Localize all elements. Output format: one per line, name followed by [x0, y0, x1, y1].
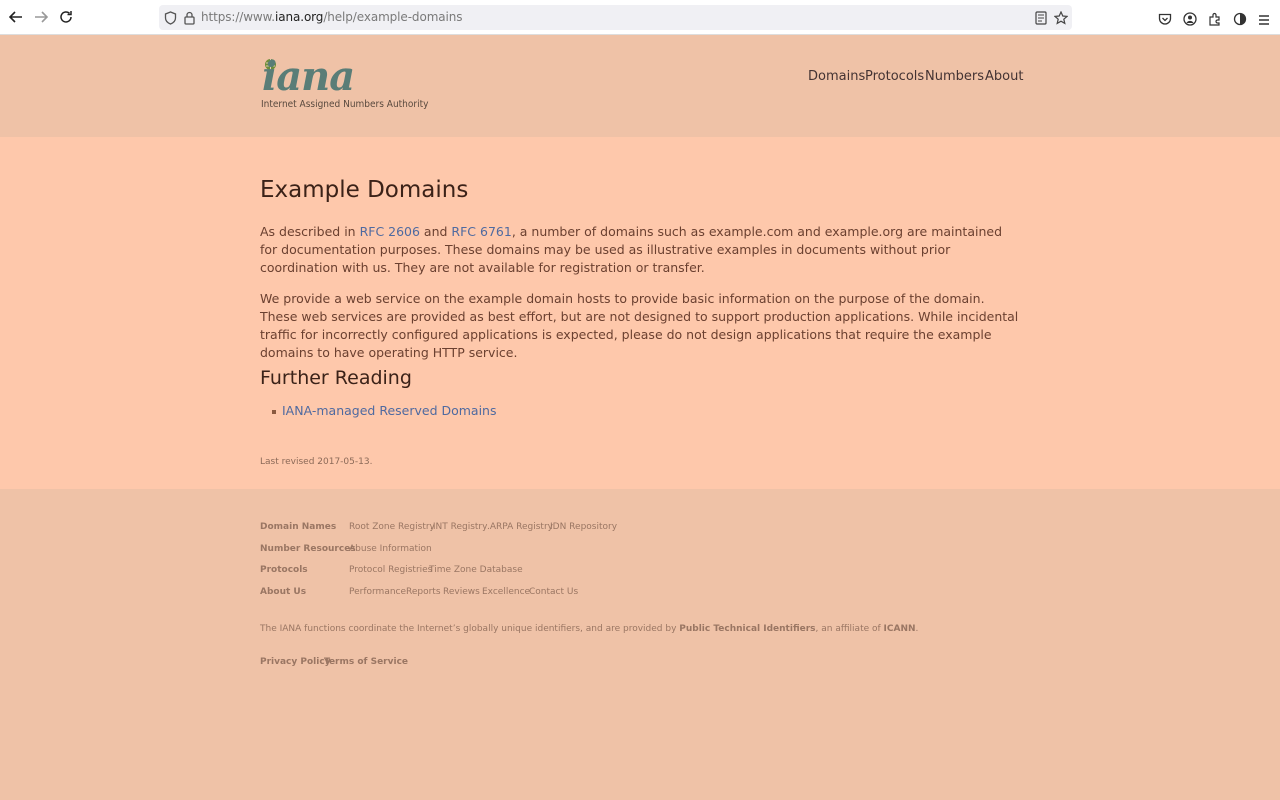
footer-link-time-zone[interactable]: Time Zone Database: [429, 565, 523, 575]
pti-link[interactable]: Public Technical Identifiers: [679, 624, 815, 634]
footer-link-root-zone[interactable]: Root Zone Registry: [349, 522, 435, 532]
page: iana Internet Assigned Numbers Authority…: [0, 35, 1280, 800]
forward-icon[interactable]: [32, 8, 50, 26]
reload-icon[interactable]: [57, 8, 75, 26]
back-icon[interactable]: [7, 8, 25, 26]
extensions-icon[interactable]: [1208, 11, 1222, 30]
list-bullet: [272, 410, 276, 414]
account-icon[interactable]: [1183, 11, 1197, 30]
contrast-icon[interactable]: [1233, 11, 1247, 30]
icann-link[interactable]: ICANN: [884, 624, 916, 634]
shield-icon[interactable]: [164, 10, 177, 29]
footer-link-excellence[interactable]: Excellence: [482, 587, 530, 597]
lock-icon[interactable]: [184, 10, 195, 29]
footer-heading-about-us[interactable]: About Us: [260, 587, 306, 597]
reserved-domains-link[interactable]: IANA-managed Reserved Domains: [282, 403, 497, 418]
site-header: iana Internet Assigned Numbers Authority…: [0, 35, 1280, 137]
nav-numbers[interactable]: Numbers: [925, 69, 984, 84]
main-content: Example Domains As described in RFC 2606…: [0, 137, 1280, 489]
rfc-6761-link[interactable]: RFC 6761: [451, 224, 511, 239]
footer-note: The IANA functions coordinate the Intern…: [260, 624, 919, 634]
logo[interactable]: iana: [262, 55, 355, 99]
footer-heading-number-resources[interactable]: Number Resources: [260, 544, 356, 554]
footer-link-reviews[interactable]: Reviews: [443, 587, 480, 597]
nav-domains[interactable]: Domains: [808, 69, 865, 84]
pocket-icon[interactable]: [1158, 11, 1172, 30]
footer-link-protocol-registries[interactable]: Protocol Registries: [349, 565, 432, 575]
service-paragraph: We provide a web service on the example …: [260, 291, 1019, 360]
browser-toolbar: https://www.iana.org/help/example-domain…: [0, 0, 1280, 35]
intro-paragraph: As described in RFC 2606 and RFC 6761, a…: [260, 224, 1003, 275]
url-text[interactable]: https://www.iana.org/help/example-domain…: [201, 10, 463, 24]
rfc-2606-link[interactable]: RFC 2606: [360, 224, 420, 239]
footer-link-arpa-registry[interactable]: .ARPA Registry: [487, 522, 553, 532]
footer-link-contact-us[interactable]: Contact Us: [529, 587, 578, 597]
nav-protocols[interactable]: Protocols: [865, 69, 924, 84]
terms-of-service-link[interactable]: Terms of Service: [324, 657, 408, 667]
logo-subtitle: Internet Assigned Numbers Authority: [261, 99, 429, 110]
bookmark-star-icon[interactable]: [1053, 10, 1069, 29]
footer-link-int-registry[interactable]: .INT Registry: [430, 522, 487, 532]
menu-icon[interactable]: [1258, 11, 1270, 30]
address-bar[interactable]: https://www.iana.org/help/example-domain…: [159, 5, 1072, 30]
site-footer: Domain Names Root Zone Registry .INT Reg…: [0, 489, 1280, 800]
footer-link-abuse[interactable]: Abuse Information: [349, 544, 432, 554]
last-revised: Last revised 2017-05-13.: [260, 457, 373, 467]
footer-heading-protocols[interactable]: Protocols: [260, 565, 308, 575]
footer-link-performance[interactable]: Performance: [349, 587, 406, 597]
further-reading-heading: Further Reading: [260, 367, 412, 389]
nav-about[interactable]: About: [985, 69, 1023, 84]
privacy-policy-link[interactable]: Privacy Policy: [260, 657, 331, 667]
reader-view-icon[interactable]: [1035, 10, 1047, 29]
page-title: Example Domains: [260, 177, 469, 203]
footer-heading-domain-names[interactable]: Domain Names: [260, 522, 336, 532]
footer-link-reports[interactable]: Reports: [406, 587, 441, 597]
footer-link-idn-repository[interactable]: IDN Repository: [550, 522, 617, 532]
